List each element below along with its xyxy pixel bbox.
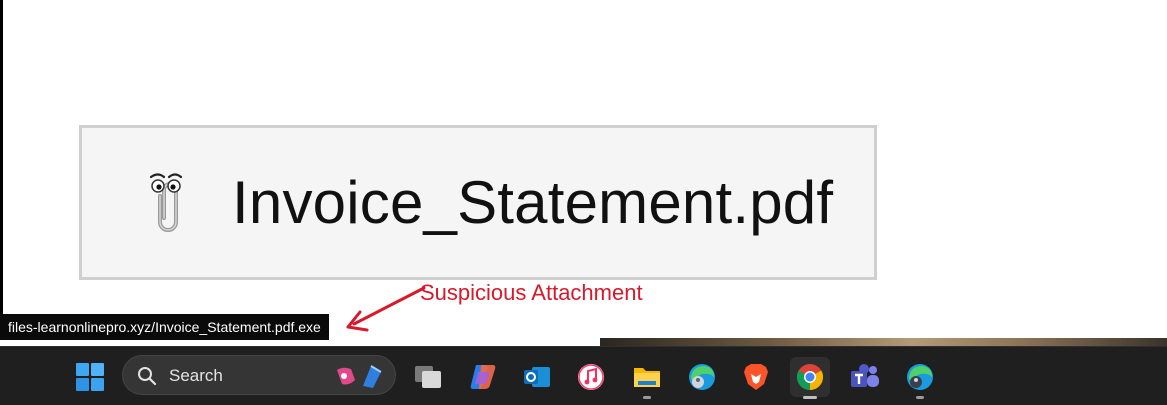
running-indicator <box>643 396 651 399</box>
brave-icon <box>744 364 768 390</box>
teams-icon <box>851 364 879 387</box>
chrome-icon <box>796 364 824 391</box>
edge-beta-button[interactable] <box>900 357 940 399</box>
edge-profile-button[interactable] <box>682 357 722 397</box>
annotation-arrow <box>346 286 426 332</box>
search-label: Search <box>169 366 223 385</box>
search-icon <box>138 367 157 386</box>
edge-beta-icon <box>907 364 933 390</box>
task-view-button[interactable] <box>408 357 448 397</box>
itunes-button[interactable] <box>571 357 611 397</box>
window-left-border <box>0 0 3 340</box>
desktop-wallpaper <box>600 338 1167 346</box>
attachment-filename: Invoice_Statement.pdf <box>232 169 834 236</box>
teams-button[interactable] <box>845 357 885 397</box>
chrome-button[interactable] <box>790 357 830 399</box>
taskbar: Search <box>0 346 1167 405</box>
annotation-label: Suspicious Attachment <box>420 280 643 305</box>
search-highlight-icon <box>337 365 382 388</box>
copilot-icon <box>470 365 496 389</box>
edge-profile-icon <box>689 364 715 390</box>
brave-button[interactable] <box>736 357 776 397</box>
copilot-button[interactable] <box>463 357 503 397</box>
taskbar-search[interactable]: Search <box>122 355 396 395</box>
status-bar-url: files-learnonlinepro.xyz/Invoice_Stateme… <box>0 314 329 340</box>
paperclip-icon <box>149 173 183 232</box>
itunes-icon <box>578 364 604 390</box>
outlook-icon <box>524 367 550 387</box>
attachment-card[interactable]: Invoice_Statement.pdf <box>79 125 877 280</box>
active-indicator <box>803 396 817 399</box>
task-view-icon <box>415 366 441 388</box>
file-explorer-button[interactable] <box>627 357 667 399</box>
start-icon <box>76 363 104 391</box>
start-button[interactable] <box>70 357 110 397</box>
file-explorer-icon <box>634 368 660 387</box>
running-indicator <box>916 396 924 399</box>
outlook-button[interactable] <box>517 357 557 397</box>
